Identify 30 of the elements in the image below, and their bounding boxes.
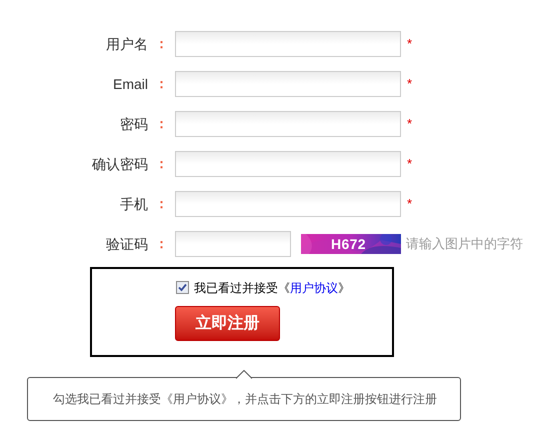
colon: ： — [155, 35, 168, 54]
colon: ： — [155, 235, 168, 254]
colon: ： — [155, 195, 168, 214]
required-mark: * — [407, 35, 412, 54]
required-mark: * — [407, 75, 412, 94]
agreement-text: 我已看过并接受《用户协议》 — [194, 280, 350, 296]
field-label: Email — [112, 74, 148, 94]
colon: ： — [155, 155, 168, 174]
field-label: 用户名 — [105, 34, 148, 54]
password-field[interactable] — [175, 151, 401, 177]
input-field[interactable] — [175, 191, 401, 217]
checkbox[interactable] — [176, 281, 189, 294]
captcha-code: H672 — [331, 235, 366, 254]
input-field[interactable] — [175, 31, 401, 57]
field-label: 确认密码 — [91, 154, 148, 174]
captcha-input[interactable] — [175, 231, 291, 257]
colon: ： — [155, 115, 168, 134]
input-field[interactable] — [175, 71, 401, 97]
required-mark: * — [407, 195, 412, 214]
field-label: 手机 — [119, 194, 148, 214]
field-label: 验证码 — [105, 234, 148, 254]
password-field[interactable] — [175, 111, 401, 137]
captcha-hint: 请输入图片中的字符 — [406, 235, 523, 254]
field-label: 密码 — [119, 114, 148, 134]
tooltip-text: 勾选我已看过并接受《用户协议》，并点击下方的立即注册按钮进行注册 — [53, 391, 437, 408]
required-mark: * — [407, 115, 412, 134]
required-mark: * — [407, 155, 412, 174]
user-agreement-link[interactable]: 用户协议 — [290, 280, 338, 294]
register-button[interactable]: 立即注册 — [175, 306, 280, 341]
colon: ： — [155, 75, 168, 94]
